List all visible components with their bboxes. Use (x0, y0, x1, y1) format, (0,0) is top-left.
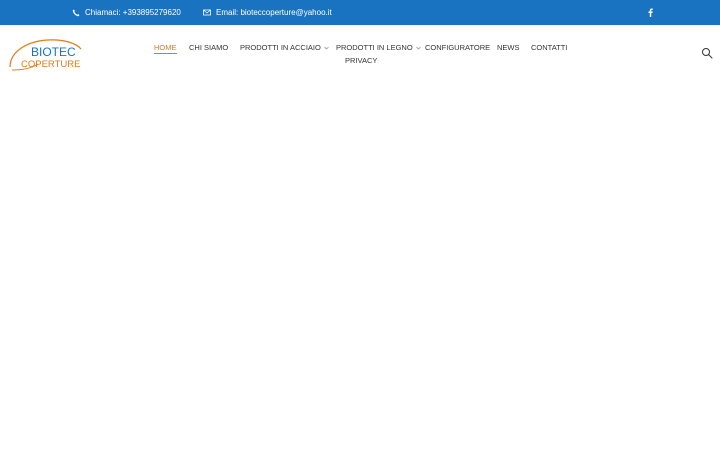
nav-item-prodotti-acciaio[interactable]: PRODOTTI IN ACCIAIO (240, 43, 329, 52)
nav-item-label: PRODOTTI IN ACCIAIO (240, 43, 321, 52)
nav-item-configuratore[interactable]: CONFIGURATORE (425, 43, 490, 52)
main-nav: HOME CHI SIAMO PRODOTTI IN ACCIAIO PRODO… (150, 43, 570, 69)
nav-item-privacy[interactable]: PRIVACY (345, 56, 377, 65)
search-icon (702, 48, 713, 59)
chevron-down-icon (324, 46, 329, 49)
envelope-icon (203, 9, 211, 16)
email-contact[interactable]: Email: bioteccoperture@yahoo.it (203, 8, 332, 17)
nav-item-contatti[interactable]: CONTATTI (531, 43, 567, 52)
page-content (0, 80, 720, 450)
logo-line2: COPERTURE (21, 59, 80, 70)
nav-item-home[interactable]: HOME (154, 43, 177, 54)
nav-item-label: HOME (154, 43, 177, 54)
phone-icon (72, 9, 80, 16)
logo-line1: BIOTEC (31, 45, 76, 59)
nav-item-label: PRODOTTI IN LEGNO (336, 43, 413, 52)
nav-item-news[interactable]: NEWS (497, 43, 520, 52)
logo-graphic: BIOTEC COPERTURE (9, 39, 82, 71)
nav-item-label: CONFIGURATORE (425, 43, 491, 52)
phone-text: Chiamaci: +393895279620 (85, 8, 181, 17)
nav-item-prodotti-legno[interactable]: PRODOTTI IN LEGNO (336, 43, 421, 52)
top-bar: Chiamaci: +393895279620 Email: bioteccop… (0, 0, 720, 25)
nav-item-label: CONTATTI (531, 43, 568, 52)
search-button[interactable] (701, 47, 713, 59)
logo[interactable]: BIOTEC COPERTURE (8, 37, 84, 73)
email-text: Email: bioteccoperture@yahoo.it (216, 8, 332, 17)
site-header: BIOTEC COPERTURE HOME CHI SIAMO PRODOTTI… (0, 25, 720, 80)
nav-item-chi-siamo[interactable]: CHI SIAMO (189, 43, 228, 52)
facebook-icon (648, 8, 653, 17)
facebook-link[interactable] (645, 6, 655, 19)
nav-row-2: PRIVACY (150, 56, 570, 69)
nav-row-1: HOME CHI SIAMO PRODOTTI IN ACCIAIO PRODO… (150, 43, 570, 56)
chevron-down-icon (415, 46, 421, 49)
nav-item-label: NEWS (497, 43, 520, 52)
nav-item-label: PRIVACY (345, 56, 378, 65)
phone-contact[interactable]: Chiamaci: +393895279620 (72, 8, 181, 17)
nav-item-label: CHI SIAMO (189, 43, 229, 52)
